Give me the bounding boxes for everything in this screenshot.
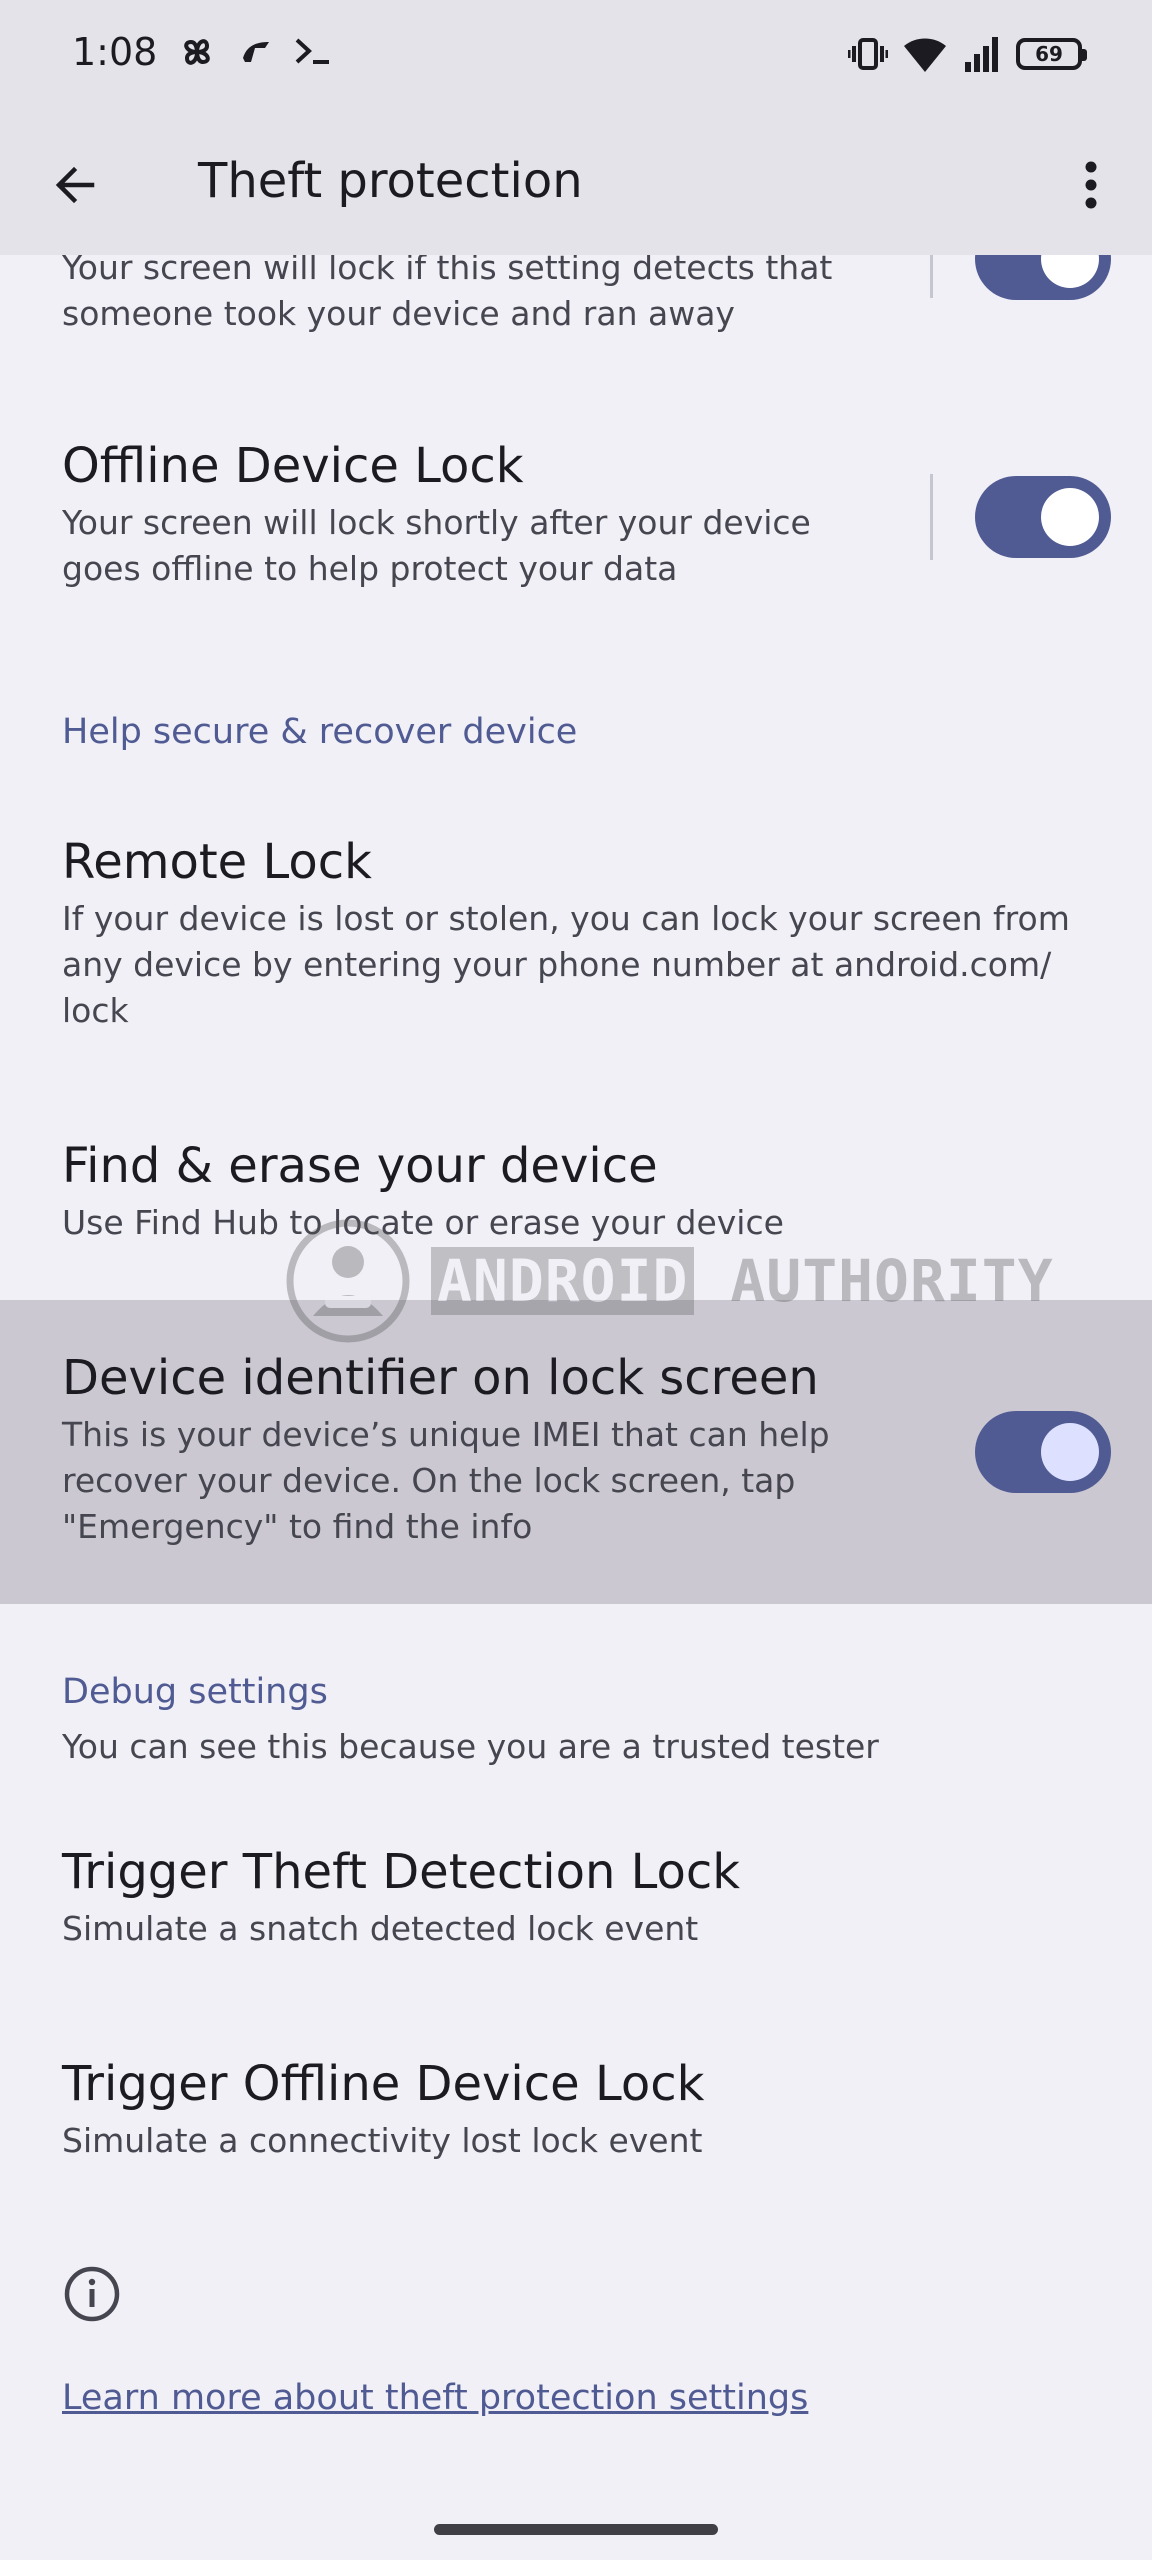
status-bar: 1:08 69 xyxy=(0,0,1152,115)
trigger-offline-subtitle: Simulate a connectivity lost lock event xyxy=(62,2121,703,2160)
watermark-word-android: ANDROID xyxy=(431,1247,695,1315)
android-authority-logo-icon xyxy=(286,1219,410,1343)
more-options-button[interactable] xyxy=(1056,150,1126,220)
remote-lock-item[interactable]: Remote Lock If your device is lost or st… xyxy=(62,832,1102,1034)
remote-lock-subtitle-line1: If your device is lost or stolen, you ca… xyxy=(62,899,1070,938)
vibrate-icon xyxy=(848,38,888,70)
signal-icon xyxy=(965,37,998,72)
terminal-icon xyxy=(295,38,330,64)
app-bar: Theft protection xyxy=(0,115,1152,255)
remote-lock-title: Remote Lock xyxy=(62,834,372,890)
battery-icon: 69 xyxy=(1016,38,1087,70)
offline-lock-subtitle-line1: Your screen will lock shortly after your… xyxy=(62,503,811,542)
wifi-icon xyxy=(904,38,946,72)
device-identifier-subtitle-line2: recover your device. On the lock screen,… xyxy=(62,1461,796,1500)
remote-lock-subtitle-line2: any device by entering your phone number… xyxy=(62,945,1052,984)
trigger-offline-title: Trigger Offline Device Lock xyxy=(62,2056,705,2112)
toggle-knob xyxy=(1041,1423,1099,1481)
theft-detection-subtitle-line2: someone took your device and ran away xyxy=(62,294,735,333)
offline-lock-subtitle-line2: goes offline to help protect your data xyxy=(62,549,678,588)
trigger-theft-subtitle: Simulate a snatch detected lock event xyxy=(62,1909,699,1948)
offline-device-lock-item[interactable]: Offline Device Lock Your screen will loc… xyxy=(62,436,932,592)
watermark-word-authority: AUTHORITY xyxy=(730,1247,1054,1315)
trigger-theft-title: Trigger Theft Detection Lock xyxy=(62,1844,741,1900)
device-identifier-subtitle-line3: "Emergency" to find the info xyxy=(62,1507,533,1546)
pinwheel-icon xyxy=(184,39,211,65)
battery-level: 69 xyxy=(1035,42,1063,66)
device-identifier-toggle[interactable] xyxy=(975,1411,1111,1493)
trigger-theft-detection-item[interactable]: Trigger Theft Detection Lock Simulate a … xyxy=(62,1842,932,1952)
info-icon xyxy=(64,2266,120,2322)
offline-lock-toggle[interactable] xyxy=(975,476,1111,558)
device-identifier-title: Device identifier on lock screen xyxy=(62,1350,819,1406)
debug-note: You can see this because you are a trust… xyxy=(62,1727,879,1766)
trigger-offline-lock-item[interactable]: Trigger Offline Device Lock Simulate a c… xyxy=(62,2054,932,2164)
toggle-knob xyxy=(1041,488,1099,546)
settings-list: Your screen will lock if this setting de… xyxy=(0,0,1152,2560)
offline-lock-divider xyxy=(930,474,933,560)
status-time: 1:08 xyxy=(72,30,158,74)
device-identifier-subtitle-line1: This is your device’s unique IMEI that c… xyxy=(62,1415,830,1454)
status-icons: 69 xyxy=(848,34,1087,74)
page-title: Theft protection xyxy=(198,153,583,209)
status-time-group: 1:08 xyxy=(72,30,333,74)
theft-detection-lock-item[interactable]: Your screen will lock if this setting de… xyxy=(62,245,932,337)
watermark-text: ANDROID AUTHORITY xyxy=(431,1247,1054,1315)
device-identifier-item[interactable]: Device identifier on lock screen This is… xyxy=(62,1348,932,1550)
offline-lock-title: Offline Device Lock xyxy=(62,438,524,494)
section-header-debug: Debug settings xyxy=(62,1672,328,1712)
more-vert-icon xyxy=(1085,161,1097,209)
android-authority-watermark: ANDROID AUTHORITY xyxy=(285,1218,1054,1344)
remote-lock-subtitle-line3: lock xyxy=(62,991,129,1030)
home-indicator[interactable] xyxy=(434,2524,718,2535)
find-erase-title: Find & erase your device xyxy=(62,1138,658,1194)
arrow-back-icon xyxy=(55,166,95,204)
speed-icon xyxy=(243,42,270,62)
learn-more-link[interactable]: Learn more about theft protection settin… xyxy=(62,2378,808,2418)
section-header-help-secure: Help secure & recover device xyxy=(62,712,578,752)
back-button[interactable] xyxy=(40,150,110,220)
